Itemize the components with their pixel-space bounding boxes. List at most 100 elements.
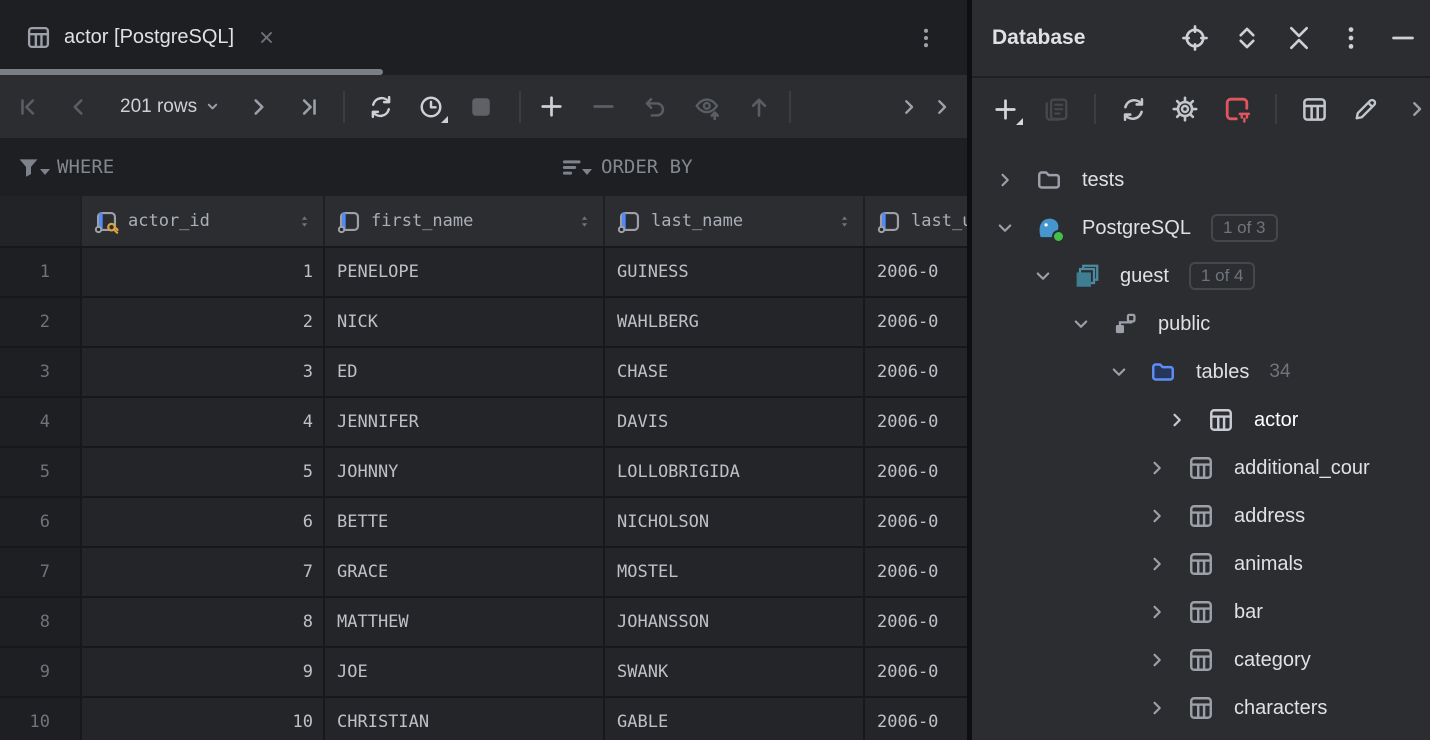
cell-first-name[interactable]: BETTE	[325, 498, 605, 546]
chevron-right-icon[interactable]	[1403, 95, 1430, 123]
cell-first-name[interactable]: JOHNNY	[325, 448, 605, 496]
tree-item-category[interactable]: category	[972, 636, 1430, 684]
cell-last-name[interactable]: LOLLOBRIGIDA	[605, 448, 865, 496]
sort-toggle-icon[interactable]	[296, 213, 313, 230]
chevron-right-icon[interactable]	[1166, 409, 1188, 431]
more-options-kebab-icon[interactable]	[1337, 24, 1365, 52]
cell-last-update[interactable]: 2006-0	[865, 498, 967, 546]
tree-item-additional-cour[interactable]: additional_cour	[972, 444, 1430, 492]
chevron-down-icon[interactable]	[1032, 265, 1054, 287]
where-filter-field[interactable]: WHERE	[16, 138, 114, 196]
chevron-right-icon[interactable]	[1146, 457, 1168, 479]
revert-changes-button[interactable]	[637, 89, 673, 125]
page-size-dropdown[interactable]: 201 rows	[106, 89, 229, 125]
chevron-right-icon[interactable]	[928, 93, 956, 121]
cell-last-update[interactable]: 2006-0	[865, 248, 967, 296]
tree-item-public[interactable]: public	[972, 300, 1430, 348]
column-header-actor-id[interactable]: actor_id	[82, 196, 325, 246]
cell-last-name[interactable]: WAHLBERG	[605, 298, 865, 346]
hide-panel-icon[interactable]	[1389, 24, 1417, 52]
add-row-button[interactable]	[533, 89, 569, 125]
row-number[interactable]: 1	[0, 248, 82, 296]
data-source-settings-button[interactable]	[1171, 95, 1199, 123]
chevron-right-icon[interactable]	[1146, 649, 1168, 671]
cell-last-name[interactable]: GUINESS	[605, 248, 865, 296]
previous-page-button[interactable]	[60, 89, 96, 125]
auto-refresh-clock-button[interactable]	[413, 89, 449, 125]
close-icon[interactable]	[257, 28, 276, 47]
column-header-first-name[interactable]: first_name	[325, 196, 605, 246]
cell-actor-id[interactable]: 6	[82, 498, 325, 546]
cell-actor-id[interactable]: 5	[82, 448, 325, 496]
cell-actor-id[interactable]: 9	[82, 648, 325, 696]
cell-last-name[interactable]: MOSTEL	[605, 548, 865, 596]
cell-last-name[interactable]: SWANK	[605, 648, 865, 696]
order-by-field[interactable]: ORDER BY	[560, 138, 693, 196]
expand-collapse-icon[interactable]	[1233, 24, 1261, 52]
cell-actor-id[interactable]: 4	[82, 398, 325, 446]
row-number[interactable]: 2	[0, 298, 82, 346]
tab-actor-postgresql[interactable]: actor [PostgreSQL]	[0, 0, 298, 75]
column-header-last-name[interactable]: last_name	[605, 196, 865, 246]
chevron-down-icon[interactable]	[1108, 361, 1130, 383]
cell-last-name[interactable]: GABLE	[605, 698, 865, 740]
tree-item-animals[interactable]: animals	[972, 540, 1430, 588]
cell-first-name[interactable]: ED	[325, 348, 605, 396]
cell-last-name[interactable]: JOHANSSON	[605, 598, 865, 646]
cell-last-update[interactable]: 2006-0	[865, 648, 967, 696]
stop-button[interactable]	[463, 89, 499, 125]
cell-actor-id[interactable]: 2	[82, 298, 325, 346]
preview-changes-button[interactable]	[689, 89, 725, 125]
editor-more-options-icon[interactable]	[914, 26, 938, 50]
sort-toggle-icon[interactable]	[836, 213, 853, 230]
row-number[interactable]: 7	[0, 548, 82, 596]
row-number[interactable]: 9	[0, 648, 82, 696]
tree-item-actor-selected[interactable]: actor	[972, 396, 1430, 444]
sort-toggle-icon[interactable]	[576, 213, 593, 230]
cell-first-name[interactable]: MATTHEW	[325, 598, 605, 646]
refresh-button[interactable]	[1120, 95, 1147, 123]
cell-first-name[interactable]: JENNIFER	[325, 398, 605, 446]
cell-last-update[interactable]: 2006-0	[865, 548, 967, 596]
row-number[interactable]: 5	[0, 448, 82, 496]
next-page-button[interactable]	[241, 89, 277, 125]
row-number[interactable]: 6	[0, 498, 82, 546]
cell-first-name[interactable]: CHRISTIAN	[325, 698, 605, 740]
tree-item-tables[interactable]: tables 34	[972, 348, 1430, 396]
cell-first-name[interactable]: PENELOPE	[325, 248, 605, 296]
reload-page-button[interactable]	[363, 89, 399, 125]
chevron-right-icon[interactable]	[1146, 601, 1168, 623]
cell-first-name[interactable]: GRACE	[325, 548, 605, 596]
delete-row-button[interactable]	[585, 89, 621, 125]
cell-last-update[interactable]: 2006-0	[865, 598, 967, 646]
tree-item-postgresql[interactable]: PostgreSQL 1 of 3	[972, 204, 1430, 252]
cell-actor-id[interactable]: 8	[82, 598, 325, 646]
cell-actor-id[interactable]: 1	[82, 248, 325, 296]
duplicate-button[interactable]	[1043, 95, 1070, 123]
tree-item-characters[interactable]: characters	[972, 684, 1430, 732]
submit-changes-button[interactable]	[741, 89, 777, 125]
tree-item-guest[interactable]: guest 1 of 4	[972, 252, 1430, 300]
row-number[interactable]: 10	[0, 698, 82, 740]
cell-last-name[interactable]: NICHOLSON	[605, 498, 865, 546]
cell-last-name[interactable]: CHASE	[605, 348, 865, 396]
cell-last-update[interactable]: 2006-0	[865, 398, 967, 446]
disconnect-button[interactable]	[1223, 95, 1251, 123]
locate-target-icon[interactable]	[1181, 24, 1209, 52]
cell-last-update[interactable]: 2006-0	[865, 298, 967, 346]
collapse-all-icon[interactable]	[1285, 24, 1313, 52]
edit-button[interactable]	[1352, 95, 1379, 123]
column-header-last-update[interactable]: last_update	[865, 196, 967, 246]
row-number-header[interactable]	[0, 196, 82, 246]
cell-last-update[interactable]: 2006-0	[865, 448, 967, 496]
cell-last-name[interactable]: DAVIS	[605, 398, 865, 446]
first-page-button[interactable]	[10, 89, 46, 125]
new-datasource-button[interactable]	[992, 95, 1019, 123]
cell-first-name[interactable]: JOE	[325, 648, 605, 696]
chevron-down-icon[interactable]	[1070, 313, 1092, 335]
row-number[interactable]: 3	[0, 348, 82, 396]
last-page-button[interactable]	[291, 89, 327, 125]
chevron-right-icon[interactable]	[1146, 505, 1168, 527]
cell-first-name[interactable]: NICK	[325, 298, 605, 346]
tree-item-address[interactable]: address	[972, 492, 1430, 540]
